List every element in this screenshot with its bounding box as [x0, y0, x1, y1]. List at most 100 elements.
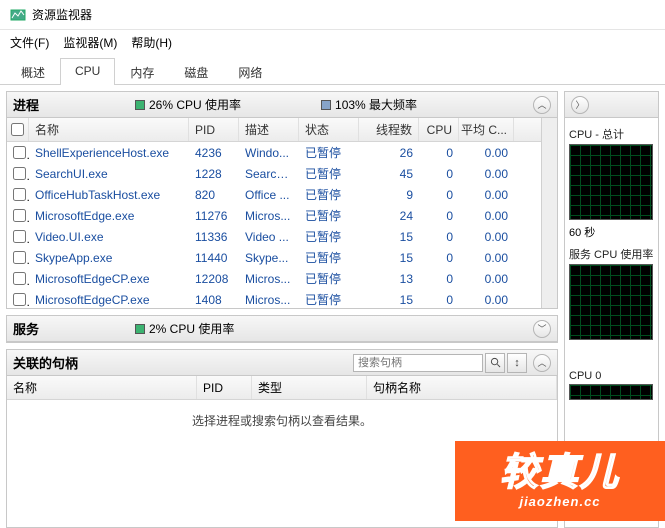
cell-pid: 11336 — [189, 230, 239, 244]
collapse-handles[interactable]: ︿ — [533, 354, 551, 372]
hcol-type[interactable]: 类型 — [252, 376, 367, 399]
tab-cpu[interactable]: CPU — [60, 58, 115, 85]
table-row[interactable]: SkypeApp.exe11440Skype...已暂停1500.00 — [7, 247, 541, 268]
processes-grid[interactable]: ShellExperienceHost.exe4236Windo...已暂停26… — [7, 142, 541, 308]
cpu-usage-metric: 26% CPU 使用率 — [135, 96, 241, 113]
handles-empty-msg: 选择进程或搜索句柄以查看结果。 — [7, 400, 557, 441]
cell-desc: Windo... — [239, 146, 299, 160]
hcol-pid[interactable]: PID — [197, 376, 252, 399]
col-threads[interactable]: 线程数 — [359, 118, 419, 141]
cell-cpu: 0 — [419, 188, 459, 202]
table-row[interactable]: MicrosoftEdgeCP.exe1408Micros...已暂停1500.… — [7, 289, 541, 308]
cpu-total-label: CPU - 总计 — [569, 126, 654, 142]
row-checkbox[interactable] — [13, 209, 26, 222]
col-desc[interactable]: 描述 — [239, 118, 299, 141]
table-row[interactable]: OfficeHubTaskHost.exe820Office ...已暂停900… — [7, 184, 541, 205]
table-row[interactable]: SearchUI.exe1228Search...已暂停4500.00 — [7, 163, 541, 184]
col-name[interactable]: 名称 — [29, 118, 189, 141]
table-row[interactable]: MicrosoftEdgeCP.exe12208Micros...已暂停1300… — [7, 268, 541, 289]
cell-name: MicrosoftEdge.exe — [29, 209, 189, 223]
tab-disk[interactable]: 磁盘 — [169, 58, 223, 85]
services-cpu-text: 2% CPU 使用率 — [149, 320, 234, 337]
row-checkbox[interactable] — [13, 272, 26, 285]
row-checkbox[interactable] — [13, 146, 26, 159]
cell-avg: 0.00 — [459, 167, 514, 181]
cell-desc: Micros... — [239, 293, 299, 307]
max-freq-text: 103% 最大频率 — [335, 96, 417, 113]
row-checkbox[interactable] — [13, 251, 26, 264]
cell-name: SkypeApp.exe — [29, 251, 189, 265]
menu-help[interactable]: 帮助(H) — [131, 34, 172, 51]
cell-state: 已暂停 — [299, 144, 359, 161]
cell-threads: 45 — [359, 167, 419, 181]
cpu-total-chart — [569, 144, 653, 220]
cpu0-label: CPU 0 — [569, 370, 654, 382]
handles-columns: 名称 PID 类型 句柄名称 — [7, 376, 557, 400]
row-checkbox[interactable] — [13, 167, 26, 180]
hcol-hname[interactable]: 句柄名称 — [367, 376, 557, 399]
col-state[interactable]: 状态 — [299, 118, 359, 141]
services-cpu-metric: 2% CPU 使用率 — [135, 320, 234, 337]
cell-state: 已暂停 — [299, 249, 359, 266]
cell-cpu: 0 — [419, 146, 459, 160]
cell-desc: Search... — [239, 167, 299, 181]
cell-pid: 4236 — [189, 146, 239, 160]
tabs: 概述 CPU 内存 磁盘 网络 — [0, 57, 665, 85]
menu-monitor[interactable]: 监视器(M) — [63, 34, 117, 51]
expand-services[interactable]: ﹀ — [533, 320, 551, 338]
row-checkbox[interactable] — [13, 188, 26, 201]
cell-name: Video.UI.exe — [29, 230, 189, 244]
cpu0-chart — [569, 384, 653, 400]
services-header[interactable]: 服务 2% CPU 使用率 ﹀ — [7, 316, 557, 342]
collapse-processes[interactable]: ︿ — [533, 96, 551, 114]
blue-box-icon — [321, 100, 331, 110]
table-row[interactable]: ShellExperienceHost.exe4236Windo...已暂停26… — [7, 142, 541, 163]
col-pid[interactable]: PID — [189, 118, 239, 141]
cell-pid: 11440 — [189, 251, 239, 265]
tab-memory[interactable]: 内存 — [115, 58, 169, 85]
services-cpu-label: 服务 CPU 使用率 — [569, 246, 654, 262]
row-checkbox[interactable] — [13, 230, 26, 243]
cell-cpu: 0 — [419, 167, 459, 181]
cell-desc: Micros... — [239, 209, 299, 223]
cell-cpu: 0 — [419, 293, 459, 307]
processes-header[interactable]: 进程 26% CPU 使用率 103% 最大频率 ︿ — [7, 92, 557, 118]
cell-pid: 1408 — [189, 293, 239, 307]
cell-cpu: 0 — [419, 251, 459, 265]
row-checkbox[interactable] — [13, 293, 26, 306]
cell-name: OfficeHubTaskHost.exe — [29, 188, 189, 202]
services-title: 服务 — [13, 319, 81, 338]
cell-pid: 11276 — [189, 209, 239, 223]
tab-overview[interactable]: 概述 — [6, 58, 60, 85]
handles-search-input[interactable] — [353, 354, 483, 372]
right-pane-header[interactable]: 〉 — [565, 92, 658, 118]
search-icon — [490, 357, 501, 368]
table-row[interactable]: Video.UI.exe11336Video ...已暂停1500.00 — [7, 226, 541, 247]
collapse-right-pane[interactable]: 〉 — [571, 96, 589, 114]
cell-cpu: 0 — [419, 230, 459, 244]
cpu-usage-text: 26% CPU 使用率 — [149, 96, 241, 113]
cell-threads: 15 — [359, 230, 419, 244]
col-cpu[interactable]: CPU — [419, 118, 459, 141]
search-button[interactable] — [485, 353, 505, 373]
cell-avg: 0.00 — [459, 272, 514, 286]
refresh-button[interactable]: ↕ — [507, 353, 527, 373]
menu-bar: 文件(F) 监视器(M) 帮助(H) — [0, 30, 665, 57]
cell-state: 已暂停 — [299, 291, 359, 308]
cell-avg: 0.00 — [459, 251, 514, 265]
col-checkbox[interactable] — [7, 118, 29, 141]
processes-columns: 名称 PID 描述 状态 线程数 CPU 平均 C... — [7, 118, 541, 142]
processes-scrollbar[interactable] — [541, 118, 557, 308]
col-avg[interactable]: 平均 C... — [459, 118, 514, 141]
menu-file[interactable]: 文件(F) — [10, 34, 49, 51]
master-checkbox[interactable] — [11, 123, 24, 136]
cell-name: ShellExperienceHost.exe — [29, 146, 189, 160]
hcol-name[interactable]: 名称 — [7, 376, 197, 399]
cell-desc: Video ... — [239, 230, 299, 244]
app-icon — [10, 7, 26, 23]
cell-name: MicrosoftEdgeCP.exe — [29, 293, 189, 307]
watermark-small: jiaozhen.cc — [519, 494, 600, 509]
table-row[interactable]: MicrosoftEdge.exe11276Micros...已暂停2400.0… — [7, 205, 541, 226]
handles-header[interactable]: 关联的句柄 ↕ ︿ — [7, 350, 557, 376]
tab-network[interactable]: 网络 — [223, 58, 277, 85]
